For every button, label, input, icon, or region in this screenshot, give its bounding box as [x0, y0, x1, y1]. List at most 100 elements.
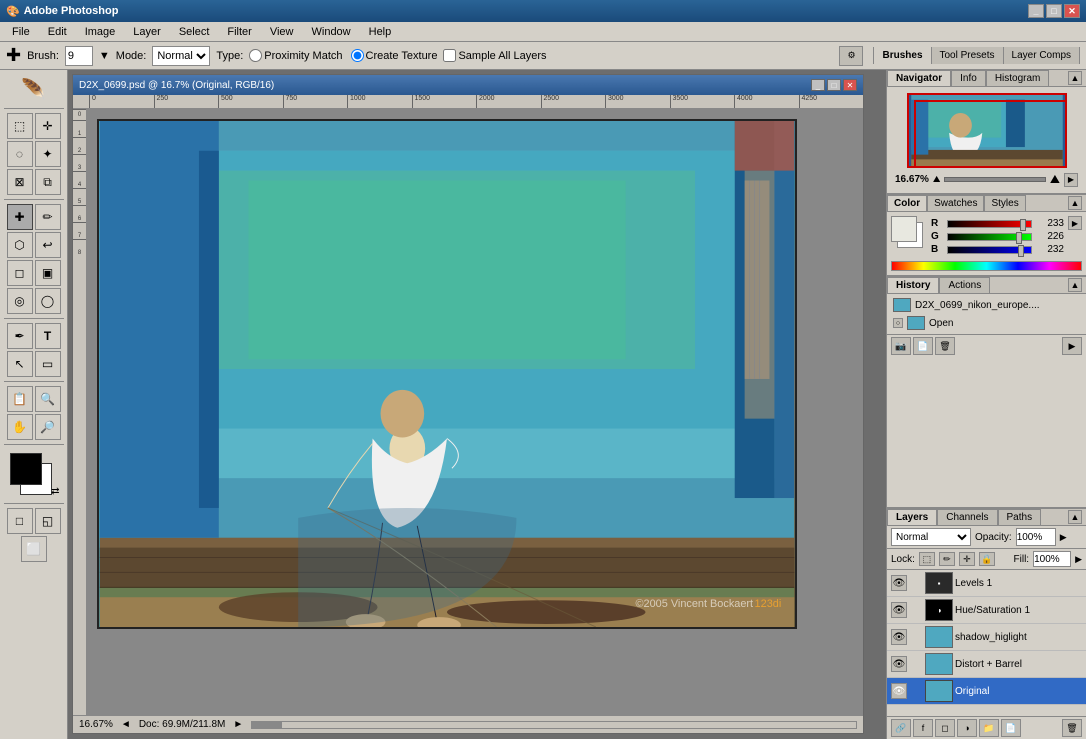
tab-styles[interactable]: Styles [984, 195, 1025, 211]
b-slider[interactable] [947, 246, 1032, 254]
layer-visibility-levels-1[interactable]: 👁 [891, 575, 907, 591]
g-slider-thumb[interactable] [1016, 232, 1022, 244]
tab-channels[interactable]: Channels [937, 509, 997, 525]
menu-layer[interactable]: Layer [125, 24, 169, 40]
path-select-tool[interactable]: ↖ [7, 351, 33, 377]
heal-tool[interactable]: ✚ [7, 204, 33, 230]
layer-distort-barrel[interactable]: 👁 Distort + Barrel [887, 651, 1086, 678]
layer-delete-btn[interactable]: 🗑 [1062, 719, 1082, 737]
opacity-input[interactable] [1016, 528, 1056, 546]
lock-position-btn[interactable]: ✛ [959, 552, 975, 566]
doc-minimize-btn[interactable]: _ [811, 79, 825, 91]
eyedropper-tool[interactable]: 🔍 [35, 386, 61, 412]
gradient-tool[interactable]: ▣ [35, 260, 61, 286]
proximity-match-option[interactable]: Proximity Match [249, 49, 342, 62]
menu-file[interactable]: File [4, 24, 38, 40]
color-panel-menu-btn[interactable]: ▶ [1068, 216, 1082, 230]
options-extra-btn[interactable]: ⚙ [839, 46, 863, 66]
history-delete-btn[interactable]: 🗑 [935, 337, 955, 355]
layer-new-btn[interactable]: 📄 [1001, 719, 1021, 737]
history-brush-tool[interactable]: ↩ [35, 232, 61, 258]
proximity-match-radio[interactable] [249, 49, 262, 62]
lock-transparent-btn[interactable]: ⬚ [919, 552, 935, 566]
close-button[interactable]: ✕ [1064, 4, 1080, 18]
tab-info[interactable]: Info [951, 70, 986, 86]
doc-close-btn[interactable]: ✕ [843, 79, 857, 91]
navigator-preview[interactable] [907, 93, 1067, 168]
history-collapse-btn[interactable]: ▲ [1068, 278, 1082, 292]
marquee-tool[interactable]: ⬚ [7, 113, 33, 139]
brush-tool[interactable]: ✏ [35, 204, 61, 230]
screen-mode[interactable]: ⬜ [21, 536, 47, 562]
tab-brushes[interactable]: Brushes [874, 47, 931, 64]
tab-actions[interactable]: Actions [939, 277, 990, 293]
navigator-menu-btn[interactable]: ▶ [1064, 173, 1078, 187]
navigator-collapse-btn[interactable]: ▲ [1068, 71, 1082, 85]
layer-original[interactable]: 👁 Original [887, 678, 1086, 705]
opacity-dropdown-icon[interactable]: ▶ [1060, 532, 1067, 543]
layer-group-btn[interactable]: 📁 [979, 719, 999, 737]
text-tool[interactable]: T [35, 323, 61, 349]
layer-link-btn[interactable]: 🔗 [891, 719, 911, 737]
notes-tool[interactable]: 📋 [7, 386, 33, 412]
lock-pixels-btn[interactable]: ✏ [939, 552, 955, 566]
layer-visibility-hue-sat-1[interactable]: 👁 [891, 602, 907, 618]
fill-input[interactable] [1033, 551, 1071, 567]
foreground-color-swatch[interactable] [10, 453, 42, 485]
menu-help[interactable]: Help [361, 24, 400, 40]
magic-wand-tool[interactable]: ✦ [35, 141, 61, 167]
sample-all-layers-checkbox[interactable] [443, 49, 456, 62]
standard-mode[interactable]: □ [7, 508, 33, 534]
shape-tool[interactable]: ▭ [35, 351, 61, 377]
brush-dropdown-icon[interactable]: ▼ [99, 50, 110, 62]
stamp-tool[interactable]: ⬡ [7, 232, 33, 258]
layer-effects-btn[interactable]: f [913, 719, 933, 737]
zoom-slider[interactable] [944, 177, 1045, 182]
tab-layers[interactable]: Layers [887, 509, 937, 525]
tab-history[interactable]: History [887, 277, 939, 293]
menu-edit[interactable]: Edit [40, 24, 75, 40]
layer-adj-btn[interactable]: ◑ [957, 719, 977, 737]
tab-navigator[interactable]: Navigator [887, 70, 951, 86]
blend-mode-select[interactable]: Normal [891, 528, 971, 546]
create-texture-option[interactable]: Create Texture [351, 49, 438, 62]
menu-filter[interactable]: Filter [219, 24, 259, 40]
crop-tool[interactable]: ⊠ [7, 169, 33, 195]
scroll-bar-h[interactable] [251, 721, 857, 729]
move-tool[interactable]: ✛ [35, 113, 61, 139]
nav-arrow-right[interactable]: ► [233, 719, 243, 730]
hand-tool[interactable]: ✋ [7, 414, 33, 440]
create-texture-radio[interactable] [351, 49, 364, 62]
history-open-item[interactable]: ○ Open [889, 314, 1084, 332]
zoom-tool[interactable]: 🔎 [35, 414, 61, 440]
maximize-button[interactable]: □ [1046, 4, 1062, 18]
minimize-button[interactable]: _ [1028, 4, 1044, 18]
scroll-thumb-h[interactable] [252, 722, 282, 728]
layer-visibility-original[interactable]: 👁 [891, 683, 907, 699]
history-menu-btn[interactable]: ▶ [1062, 337, 1082, 355]
history-new-doc-btn[interactable]: 📄 [913, 337, 933, 355]
lock-all-btn[interactable]: 🔒 [979, 552, 995, 566]
r-slider-thumb[interactable] [1020, 219, 1026, 231]
blur-tool[interactable]: ◎ [7, 288, 33, 314]
tab-color[interactable]: Color [887, 195, 927, 211]
tab-swatches[interactable]: Swatches [927, 195, 984, 211]
layer-mask-btn[interactable]: ◻ [935, 719, 955, 737]
color-spectrum[interactable] [891, 261, 1082, 271]
layer-hue-sat-1[interactable]: 👁 ◑ Hue/Saturation 1 [887, 597, 1086, 624]
dodge-tool[interactable]: ◯ [35, 288, 61, 314]
brush-size-input[interactable] [65, 46, 93, 66]
fill-dropdown-icon[interactable]: ▶ [1075, 554, 1082, 565]
menu-select[interactable]: Select [171, 24, 218, 40]
sample-all-layers-option[interactable]: Sample All Layers [443, 49, 546, 62]
g-slider[interactable] [947, 233, 1032, 241]
color-collapse-btn[interactable]: ▲ [1068, 196, 1082, 210]
nav-arrow-left[interactable]: ◄ [121, 719, 131, 730]
b-slider-thumb[interactable] [1018, 245, 1024, 257]
foreground-color-preview[interactable] [891, 216, 917, 242]
menu-window[interactable]: Window [304, 24, 359, 40]
slice-tool[interactable]: ⧉ [35, 169, 61, 195]
quickmask-mode[interactable]: ◱ [35, 508, 61, 534]
mode-select[interactable]: Normal [152, 46, 210, 66]
layer-visibility-shadow[interactable]: 👁 [891, 629, 907, 645]
